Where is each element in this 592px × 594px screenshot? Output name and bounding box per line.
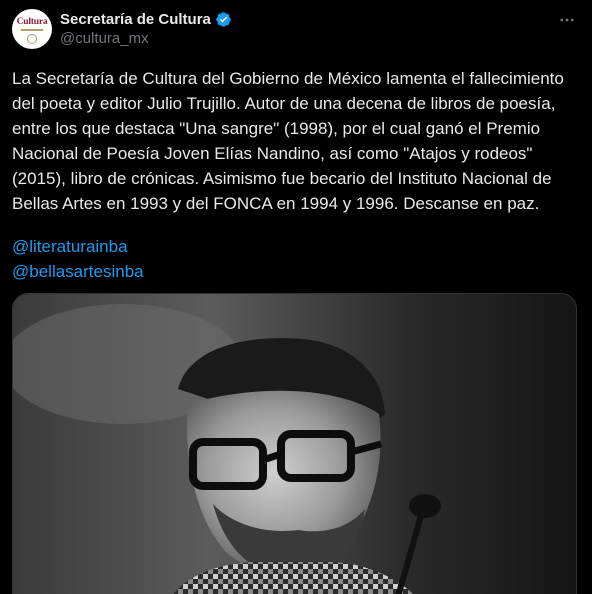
mentions: @literaturainba @bellasartesinba: [12, 234, 144, 284]
name-row: Secretaría de Cultura: [60, 9, 232, 29]
portrait-photo: [13, 294, 576, 594]
more-options-icon: [560, 18, 574, 22]
avatar-logo-rule: [21, 28, 43, 31]
tweet: Cultura Secretaría de Cultura @cultura_m…: [0, 0, 592, 594]
avatar-seal-icon: [27, 33, 37, 44]
account-handle[interactable]: @cultura_mx: [60, 30, 149, 47]
tweet-photo[interactable]: [12, 293, 577, 594]
tweet-text: La Secretaría de Cultura del Gobierno de…: [12, 69, 564, 213]
avatar-logo-text: Cultura: [16, 16, 48, 27]
verified-badge-icon[interactable]: [215, 11, 232, 28]
mention-literaturainba[interactable]: @literaturainba: [12, 234, 144, 259]
avatar[interactable]: Cultura: [12, 9, 52, 49]
more-options-button[interactable]: [556, 9, 578, 31]
display-name[interactable]: Secretaría de Cultura: [60, 11, 211, 28]
mention-bellasartesinba[interactable]: @bellasartesinba: [12, 259, 144, 284]
